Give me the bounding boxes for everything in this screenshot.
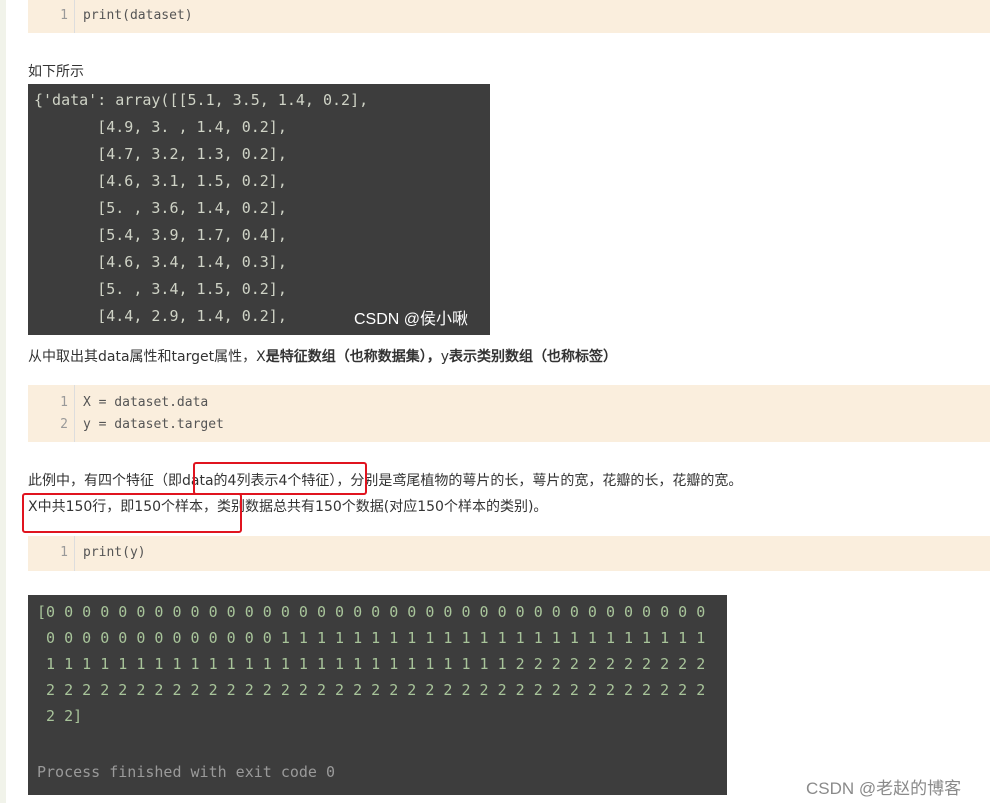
console-line: 1 1 1 1 1 1 1 1 1 1 1 1 1 1 1 1 1 1 1 1 …	[37, 655, 706, 673]
dataset-output-image: {'data': array([[5.1, 3.5, 1.4, 0.2], [4…	[28, 84, 490, 335]
console-status: Process finished with exit code 0	[37, 763, 336, 781]
line-number: 1	[60, 395, 68, 410]
console-line: 2 2 2 2 2 2 2 2 2 2 2 2 2 2 2 2 2 2 2 2 …	[37, 681, 706, 699]
console-line: [4.9, 3. , 1.4, 0.2],	[34, 118, 287, 136]
code-text: print(y)	[83, 545, 146, 560]
line-number: 1	[60, 545, 68, 560]
console-line: 2 2]	[37, 707, 83, 725]
image-watermark: CSDN @侯小啾	[354, 311, 469, 328]
left-rail	[0, 0, 6, 803]
code-block-assign-xy: 1 X = dataset.data 2 y = dataset.target	[28, 385, 990, 442]
description-text: 从中取出其data属性和target属性，X是特征数组（也称数据集），y表示类别…	[28, 346, 617, 366]
code-line: 2 y = dataset.target	[28, 414, 990, 436]
code-line: 1 X = dataset.data	[28, 392, 990, 414]
console-line: 0 0 0 0 0 0 0 0 0 0 0 0 0 1 1 1 1 1 1 1 …	[37, 629, 706, 647]
console-line: [5.4, 3.9, 1.7, 0.4],	[34, 226, 287, 244]
annotation-box-samples	[22, 493, 242, 533]
description-part: y	[440, 349, 449, 365]
code-text: print(dataset)	[83, 8, 193, 23]
code-block-print-y: 1 print(y)	[28, 536, 990, 571]
page-watermark: CSDN @老赵的博客	[806, 779, 962, 798]
code-line: 1 print(y)	[28, 542, 990, 564]
console-line: {'data': array([[5.1, 3.5, 1.4, 0.2],	[34, 91, 369, 109]
console-line: [4.4, 2.9, 1.4, 0.2],	[34, 307, 287, 325]
code-block-print-dataset: 1 print(dataset)	[28, 0, 990, 33]
line-number: 2	[60, 417, 68, 432]
description-bold: 是特征数组（也称数据集），	[265, 349, 441, 365]
description-bold: 表示类别数组（也称标签）	[449, 349, 617, 365]
feature-explanation-line1: 此例中，有四个特征（即data的4列表示4个特征），分别是鸢尾植物的萼片的长，萼…	[28, 473, 743, 489]
console-line: [4.6, 3.4, 1.4, 0.3],	[34, 253, 287, 271]
console-line: [0 0 0 0 0 0 0 0 0 0 0 0 0 0 0 0 0 0 0 0…	[37, 603, 706, 621]
line-number: 1	[60, 8, 68, 23]
code-text: y = dataset.target	[83, 417, 224, 432]
labels-output-image: [0 0 0 0 0 0 0 0 0 0 0 0 0 0 0 0 0 0 0 0…	[28, 595, 727, 795]
annotation-box-features	[193, 462, 367, 495]
code-line: 1 print(dataset)	[28, 5, 990, 27]
console-line: [4.6, 3.1, 1.5, 0.2],	[34, 172, 287, 190]
console-line: [5. , 3.6, 1.4, 0.2],	[34, 199, 287, 217]
console-line: [4.7, 3.2, 1.3, 0.2],	[34, 145, 287, 163]
intro-text: 如下所示	[28, 64, 84, 80]
description-part: 从中取出其data属性和target属性，X	[28, 349, 266, 365]
console-line: [5. , 3.4, 1.5, 0.2],	[34, 280, 287, 298]
code-text: X = dataset.data	[83, 395, 209, 410]
